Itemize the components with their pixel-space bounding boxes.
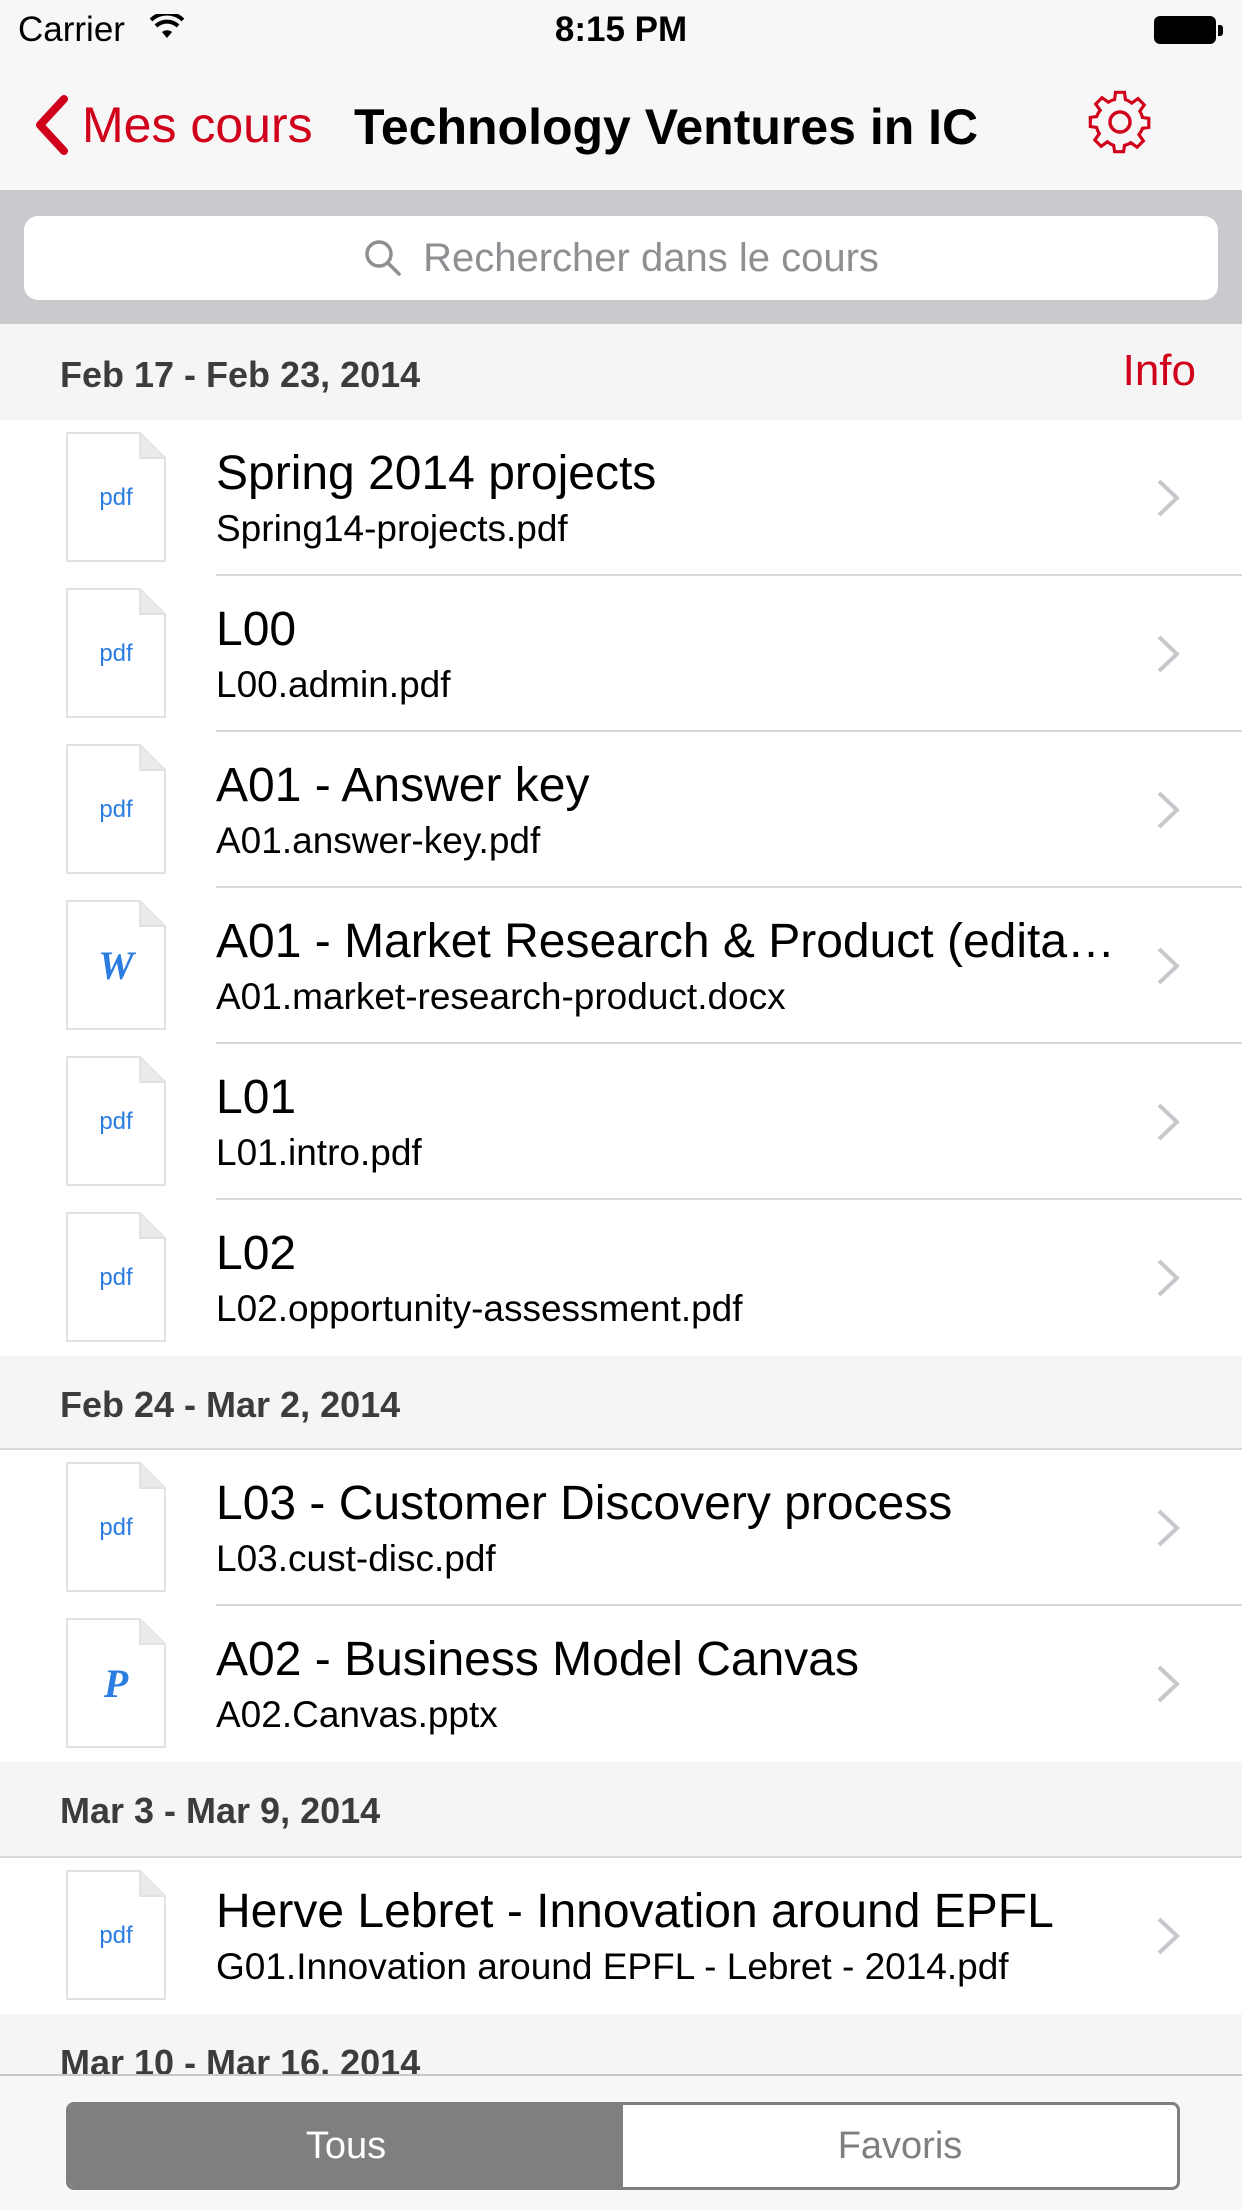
chevron-right-icon (1157, 1917, 1180, 1955)
powerpoint-doc-icon: P (66, 1618, 166, 1748)
chevron-left-icon (36, 95, 68, 155)
section-date: Mar 10 - Mar 16, 2014 (60, 2042, 421, 2074)
item-filename: A02.Canvas.pptx (216, 1694, 498, 1735)
item-title: Spring 2014 projects (216, 447, 657, 500)
segment-favorites[interactable]: Favoris (623, 2105, 1177, 2187)
section-header: Feb 17 - Feb 23, 2014 Info (0, 324, 1242, 420)
chevron-right-icon (1157, 1509, 1180, 1547)
item-filename: L01.intro.pdf (216, 1132, 422, 1173)
chevron-right-icon (1157, 791, 1180, 829)
info-link[interactable]: Info (1123, 346, 1196, 396)
search-placeholder: Rechercher dans le cours (423, 235, 879, 280)
chevron-right-icon (1157, 1259, 1180, 1297)
item-title: L03 - Customer Discovery process (216, 1477, 953, 1530)
section-header: Mar 10 - Mar 16, 2014 (0, 2014, 1242, 2074)
back-button[interactable]: Mes cours (34, 90, 313, 160)
chevron-right-icon (1157, 947, 1180, 985)
chevron-right-icon (1157, 479, 1180, 517)
section-date: Feb 17 - Feb 23, 2014 (60, 354, 421, 395)
item-title: L02 (216, 1227, 297, 1280)
navigation-bar: Mes cours Technology Ventures in IC (0, 60, 1242, 190)
word-doc-icon: W (66, 900, 166, 1030)
pdf-icon: pdf (66, 1870, 166, 2000)
item-title: L00 (216, 603, 297, 656)
item-filename: L02.opportunity-assessment.pdf (216, 1288, 743, 1329)
page-title: Technology Ventures in IC (354, 99, 979, 155)
pdf-icon: pdf (66, 744, 166, 874)
chevron-right-icon (1157, 1665, 1180, 1703)
item-title: A01 - Answer key (216, 759, 590, 812)
section-header: Mar 3 - Mar 9, 2014 (0, 1762, 1242, 1856)
list-item[interactable]: pdf Herve Lebret - Innovation around EPF… (0, 1858, 1242, 2014)
list-item[interactable]: pdf L02 L02.opportunity-assessment.pdf (0, 1200, 1242, 1356)
item-filename: L03.cust-disc.pdf (216, 1538, 496, 1579)
pdf-icon: pdf (66, 588, 166, 718)
list-item[interactable]: P A02 - Business Model Canvas A02.Canvas… (0, 1606, 1242, 1762)
list-item[interactable]: pdf Spring 2014 projects Spring14-projec… (0, 420, 1242, 576)
item-title: L01 (216, 1071, 297, 1124)
item-filename: Spring14-projects.pdf (216, 508, 568, 549)
list-item[interactable]: pdf L01 L01.intro.pdf (0, 1044, 1242, 1200)
item-filename: L00.admin.pdf (216, 664, 451, 705)
search-icon (365, 240, 401, 276)
battery-icon (1154, 16, 1224, 46)
item-title: A01 - Market Research & Product (editab… (216, 915, 1116, 968)
pdf-icon: pdf (66, 1056, 166, 1186)
item-title: Herve Lebret - Innovation around EPFL (216, 1885, 1054, 1938)
item-filename: A01.market-research-product.docx (216, 976, 786, 1017)
item-filename: G01.Innovation around EPFL - Lebret - 20… (216, 1946, 1009, 1987)
section-date: Feb 24 - Mar 2, 2014 (60, 1384, 401, 1425)
pdf-icon: pdf (66, 1462, 166, 1592)
pdf-icon: pdf (66, 1212, 166, 1342)
section-header: Feb 24 - Mar 2, 2014 (0, 1356, 1242, 1448)
list-item[interactable]: pdf A01 - Answer key A01.answer-key.pdf (0, 732, 1242, 888)
list-item[interactable]: pdf L03 - Customer Discovery process L03… (0, 1450, 1242, 1606)
status-bar: Carrier 8:15 PM (0, 0, 1242, 60)
gear-icon[interactable] (1084, 86, 1156, 158)
back-label: Mes cours (82, 97, 313, 153)
item-title: A02 - Business Model Canvas (216, 1633, 859, 1686)
segment-all[interactable]: Tous (69, 2105, 623, 2187)
list-item[interactable]: W A01 - Market Research & Product (edita… (0, 888, 1242, 1044)
list-item[interactable]: pdf L00 L00.admin.pdf (0, 576, 1242, 732)
bottom-toolbar: Tous Favoris (0, 2074, 1242, 2210)
chevron-right-icon (1157, 635, 1180, 673)
filter-segmented-control: Tous Favoris (66, 2102, 1180, 2190)
pdf-icon: pdf (66, 432, 166, 562)
section-date: Mar 3 - Mar 9, 2014 (60, 1790, 381, 1831)
search-input[interactable]: Rechercher dans le cours (24, 216, 1218, 300)
clock: 8:15 PM (554, 10, 688, 49)
item-filename: A01.answer-key.pdf (216, 820, 541, 861)
chevron-right-icon (1157, 1103, 1180, 1141)
